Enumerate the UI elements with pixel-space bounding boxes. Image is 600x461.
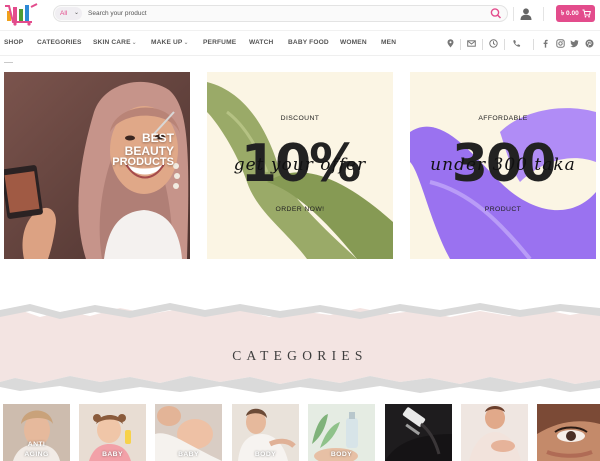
header-divider — [513, 7, 514, 21]
beauty-line-1: BEST — [141, 131, 174, 145]
nav-item-label: MAKE UP — [151, 39, 183, 46]
category-card-anti-aging[interactable]: ANTI AGING — [3, 404, 70, 461]
phone-icon[interactable] — [512, 39, 521, 48]
category-card-baby-2[interactable]: BABY — [155, 404, 222, 461]
search-icon[interactable] — [489, 7, 503, 20]
user-account-icon[interactable] — [519, 7, 533, 21]
search-category-select[interactable]: All ⌄ — [55, 7, 82, 20]
search-bar: All ⌄ — [53, 5, 508, 22]
banner-best-beauty-products[interactable]: BEST BEAUTY PRODUCTS — [4, 72, 190, 259]
affordable-bottom-text: PRODUCT — [484, 206, 522, 213]
mail-icon[interactable] — [467, 39, 476, 48]
nav-item-make-up[interactable]: MAKE UP⌄ — [151, 39, 189, 46]
main-navigation: SHOP CATEGORIES SKIN CARE⌄ MAKE UP⌄ PERF… — [0, 30, 600, 56]
nav-item-skin-care[interactable]: SKIN CARE⌄ — [93, 39, 137, 46]
search-input[interactable] — [88, 7, 478, 20]
nav-underline — [4, 62, 13, 63]
beauty-banner-text: BEST BEAUTY PRODUCTS — [112, 132, 174, 169]
nav-item-label: WATCH — [249, 39, 274, 46]
beauty-line-3: PRODUCTS — [112, 156, 174, 169]
category-photo — [537, 404, 600, 461]
search-category-value: All — [60, 10, 68, 17]
nav-item-watch[interactable]: WATCH — [249, 39, 273, 46]
category-label: ANTI — [27, 441, 46, 448]
twitter-icon[interactable] — [570, 39, 579, 48]
nav-item-women[interactable]: WOMEN — [340, 39, 367, 46]
nav-item-label: MEN — [381, 39, 397, 46]
nav-divider — [460, 39, 461, 50]
category-photo — [385, 404, 452, 461]
category-label: AGING — [24, 451, 49, 458]
chevron-down-icon: ⌄ — [183, 40, 189, 46]
affordable-top-text: AFFORDABLE — [478, 115, 528, 122]
banner-affordable[interactable]: AFFORDABLE 300 under 300 taka PRODUCT — [410, 72, 596, 259]
nav-divider — [504, 39, 505, 50]
discount-top-text: DISCOUNT — [280, 115, 320, 122]
header-divider — [543, 7, 544, 21]
nav-item-shop[interactable]: SHOP — [4, 39, 23, 46]
banner-discount[interactable]: DISCOUNT 10% get your offer ORDER NOW! — [207, 72, 393, 259]
category-label: BABY — [102, 451, 123, 458]
nav-divider — [482, 39, 483, 50]
shopping-cart-logo-icon[interactable] — [4, 2, 40, 26]
category-card-hair[interactable] — [385, 404, 452, 461]
categories-heading: CATEGORIES — [232, 348, 368, 363]
category-card-body-2[interactable]: BODY — [308, 404, 375, 461]
nav-item-label: BABY FOOD — [288, 39, 329, 46]
order-now-link[interactable]: ORDER NOW! — [207, 206, 393, 213]
nav-item-label: SHOP — [4, 39, 24, 46]
category-card-baby[interactable]: BABY — [79, 404, 146, 461]
category-photo — [461, 404, 528, 461]
category-card-makeup[interactable] — [537, 404, 600, 461]
nav-divider — [533, 39, 534, 50]
category-label: BODY — [254, 451, 277, 458]
clock-icon[interactable] — [489, 39, 498, 48]
affordable-script-text: under 300 taka — [430, 155, 576, 175]
nav-item-label: SKIN CARE — [93, 39, 131, 46]
category-label: BODY — [330, 451, 353, 458]
discount-script-text: get your offer — [233, 155, 367, 175]
nav-item-baby-food[interactable]: BABY FOOD — [288, 39, 329, 46]
category-label: BABY — [178, 451, 199, 458]
instagram-icon[interactable] — [556, 39, 565, 48]
location-icon[interactable] — [446, 39, 455, 48]
nav-item-perfume[interactable]: PERFUME — [203, 39, 236, 46]
category-card-body[interactable]: BODY — [232, 404, 299, 461]
nav-item-categories[interactable]: CATEGORIES — [37, 39, 82, 46]
cart-icon — [582, 9, 591, 18]
cart-total: ৳ 0.00 — [561, 10, 579, 17]
nav-item-label: PERFUME — [203, 39, 237, 46]
site-header: All ⌄ ৳ 0.00 — [0, 0, 600, 28]
chevron-down-icon: ⌄ — [131, 40, 137, 46]
nav-item-men[interactable]: MEN — [381, 39, 396, 46]
pinterest-icon[interactable] — [585, 39, 594, 48]
category-card-hands[interactable] — [461, 404, 528, 461]
facebook-icon[interactable] — [541, 39, 550, 48]
chevron-down-icon: ⌄ — [73, 10, 79, 16]
nav-item-label: WOMEN — [340, 39, 367, 46]
nav-item-label: CATEGORIES — [37, 39, 82, 46]
cart-button[interactable]: ৳ 0.00 — [556, 5, 595, 22]
